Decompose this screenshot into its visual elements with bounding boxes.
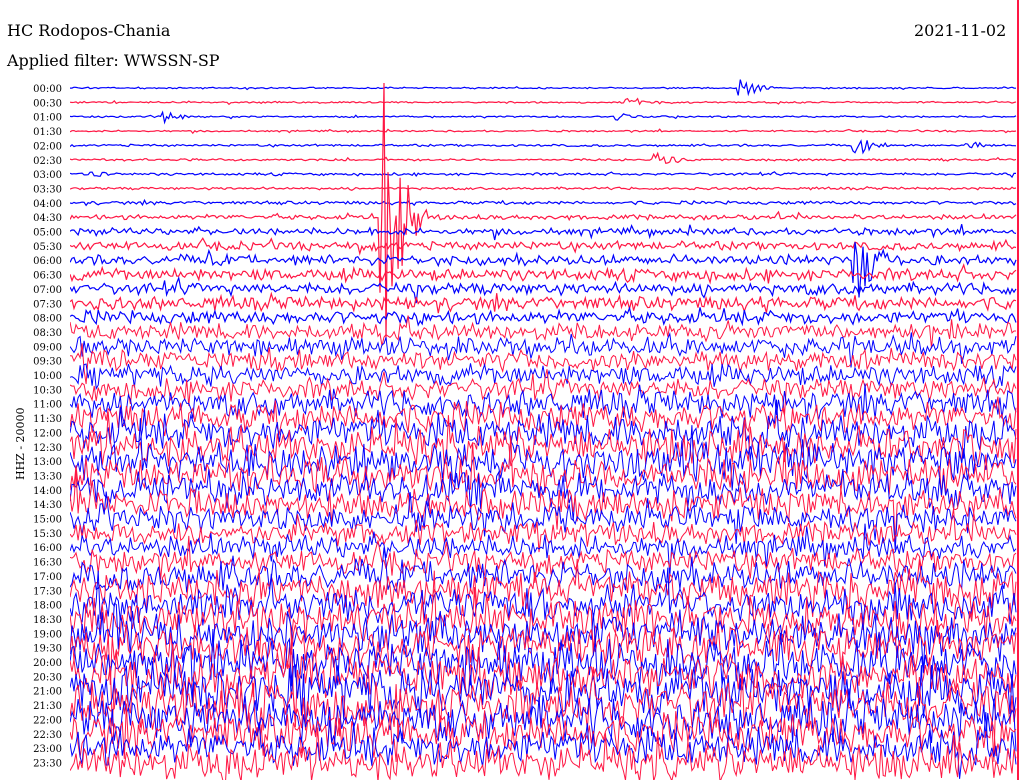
time-tick-label: 06:30	[33, 271, 62, 282]
time-tick-label: 20:30	[33, 672, 62, 683]
time-tick-label: 11:30	[33, 414, 62, 425]
time-tick-label: 13:00	[33, 457, 62, 468]
time-tick-label: 07:00	[33, 285, 62, 296]
time-tick-label: 08:30	[33, 328, 62, 339]
time-tick-label: 00:30	[33, 98, 62, 109]
time-tick-label: 09:00	[33, 342, 62, 353]
trace-row-0900	[70, 331, 1017, 368]
time-tick-label: 15:00	[33, 515, 62, 526]
time-tick-label: 18:30	[33, 615, 62, 626]
helicorder-plot: 00:00 00:30 01:00 01:30 02:00 02:30 03:00 03:30…	[33, 0, 1019, 780]
seismic-traces	[70, 79, 1017, 780]
time-tick-label: 10:00	[33, 371, 62, 382]
time-tick-label: 07:30	[33, 299, 62, 310]
trace-row-0330	[70, 185, 1017, 191]
time-tick-label: 05:30	[33, 242, 62, 253]
trace-row-0700	[70, 275, 1017, 304]
time-tick-label: 03:00	[33, 170, 62, 181]
time-tick-label: 02:00	[33, 141, 62, 152]
trace-row-0000	[70, 79, 1017, 97]
time-tick-label: 17:00	[33, 572, 62, 583]
time-tick-label: 08:00	[33, 314, 62, 325]
time-tick-label: 06:00	[33, 256, 62, 267]
trace-row-0100	[70, 110, 1017, 125]
time-tick-label: 13:30	[33, 471, 62, 482]
time-tick-label: 16:30	[33, 558, 62, 569]
trace-row-1400	[70, 468, 1017, 521]
time-tick-label: 14:00	[33, 486, 62, 497]
trace-row-0730	[70, 291, 1017, 314]
time-tick-label: 12:30	[33, 443, 62, 454]
trace-row-0130	[70, 128, 1017, 135]
time-tick-label: 04:00	[33, 199, 62, 210]
time-tick-label: 02:30	[33, 156, 62, 167]
time-tick-label: 05:00	[33, 228, 62, 239]
time-tick-label: 23:30	[33, 758, 62, 769]
time-tick-label: 04:30	[33, 213, 62, 224]
time-tick-labels: 00:00 00:30 01:00 01:30 02:00 02:30 03:00 03:30…	[33, 84, 62, 769]
time-tick-label: 19:00	[33, 629, 62, 640]
time-tick-label: 10:30	[33, 385, 62, 396]
time-tick-label: 18:00	[33, 601, 62, 612]
time-tick-label: 17:30	[33, 586, 62, 597]
trace-row-0030	[70, 97, 1017, 106]
time-tick-label: 01:00	[33, 113, 62, 124]
time-tick-label: 22:00	[33, 715, 62, 726]
trace-row-0300	[70, 171, 1016, 179]
trace-row-0800	[70, 306, 1017, 327]
time-tick-label: 16:00	[33, 543, 62, 554]
time-tick-label: 23:00	[33, 744, 62, 755]
time-tick-label: 19:30	[33, 644, 62, 655]
time-tick-label: 11:00	[33, 400, 62, 411]
time-tick-label: 21:30	[33, 701, 62, 712]
time-tick-label: 09:30	[33, 357, 62, 368]
trace-row-0230	[70, 151, 1017, 164]
trace-row-0200	[70, 139, 1017, 155]
trace-row-0630	[70, 263, 1017, 285]
trace-row-0530	[70, 237, 1017, 256]
time-tick-label: 00:00	[33, 84, 62, 95]
trace-row-0400	[70, 198, 1017, 207]
time-tick-label: 21:00	[33, 687, 62, 698]
trace-row-1700	[70, 547, 1017, 593]
time-tick-label: 14:30	[33, 500, 62, 511]
time-tick-label: 20:00	[33, 658, 62, 669]
time-tick-label: 22:30	[33, 730, 62, 741]
time-tick-label: 03:30	[33, 184, 62, 195]
time-tick-label: 12:00	[33, 428, 62, 439]
time-tick-label: 15:30	[33, 529, 62, 540]
trace-row-0500	[70, 223, 1017, 241]
time-tick-label: 01:30	[33, 127, 62, 138]
